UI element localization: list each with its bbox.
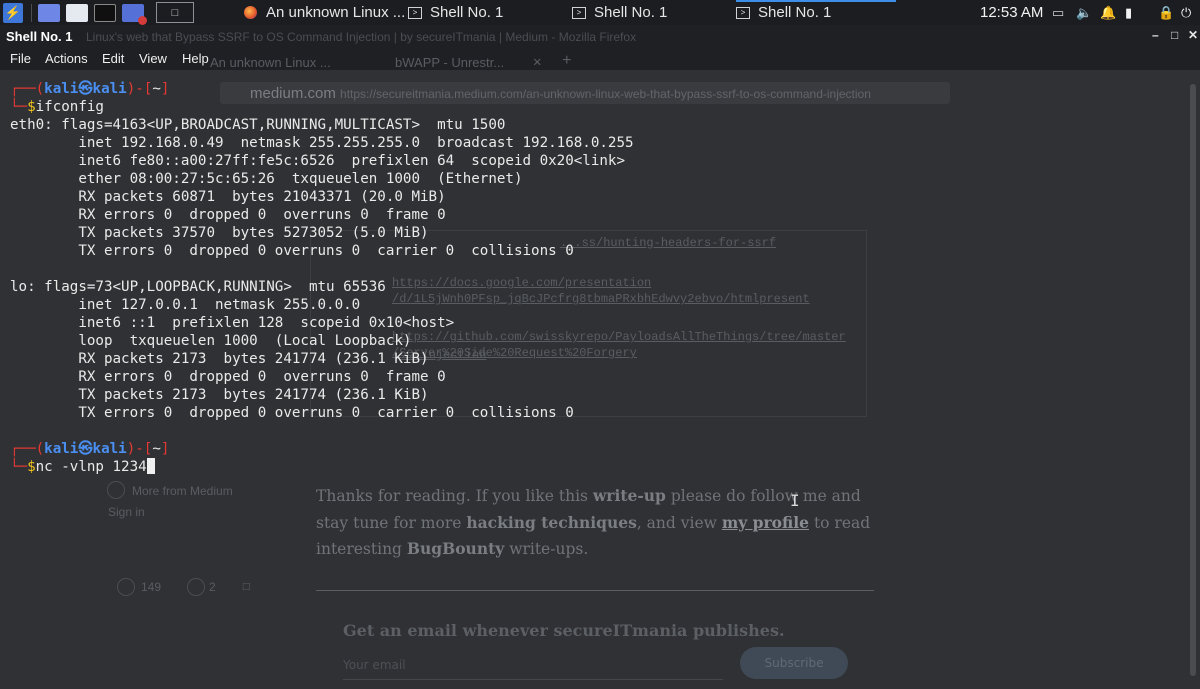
terminal-output-line: inet6 fe80::a00:27ff:fe5c:6526 prefixlen…: [10, 153, 625, 169]
close-tab-icon: ✕: [533, 55, 542, 71]
terminal-output-line: inet6 ::1 prefixlen 128 scopeid 0x10<hos…: [10, 315, 455, 331]
terminal-icon: >: [736, 6, 750, 19]
file-manager-icon[interactable]: [66, 3, 88, 22]
menu-actions[interactable]: Actions: [45, 51, 88, 66]
clock[interactable]: 12:53 AM: [980, 0, 1043, 25]
prompt-host: kali: [92, 441, 127, 457]
terminal-output-line: RX packets 2173 bytes 241774 (236.1 KiB): [10, 351, 429, 367]
prompt-line-2: ┌──(kali㉿kali)-[~]: [10, 441, 170, 457]
taskbar-item-shell-3[interactable]: > Shell No. 1: [736, 0, 896, 25]
command-line-2: └─$nc -vlnp 1234: [10, 458, 155, 476]
menu-help[interactable]: Help: [182, 51, 209, 66]
maximize-icon[interactable]: □: [1171, 28, 1178, 42]
terminal-output-line: TX errors 0 dropped 0 overruns 0 carrier…: [10, 405, 574, 421]
show-desktop-icon[interactable]: [38, 3, 60, 22]
terminal-output-line: TX errors 0 dropped 0 overruns 0 carrier…: [10, 243, 574, 259]
terminal-output-line: RX errors 0 dropped 0 overruns 0 frame 0: [10, 369, 446, 385]
background-tab: An unknown Linux ...: [210, 55, 331, 70]
prompt-user: kali: [44, 81, 79, 97]
terminal-icon: >: [572, 6, 586, 19]
menu-file[interactable]: File: [10, 51, 31, 66]
workspace-terminal-icon[interactable]: □: [156, 2, 194, 23]
terminal-icon: >: [408, 6, 422, 19]
prompt-dir: ~: [152, 81, 161, 97]
menu-view[interactable]: View: [139, 51, 167, 66]
terminal-output-line: eth0: flags=4163<UP,BROADCAST,RUNNING,MU…: [10, 117, 506, 133]
terminal-scrollbar[interactable]: [1190, 84, 1196, 676]
power-icon[interactable]: ⏻: [1181, 0, 1191, 25]
volume-icon[interactable]: 🔈: [1076, 0, 1092, 25]
taskbar-item-firefox[interactable]: An unknown Linux ...: [244, 0, 405, 25]
taskbar-item-label: An unknown Linux ...: [266, 4, 406, 21]
terminal-output-line: TX packets 37570 bytes 5273052 (5.0 MiB): [10, 225, 429, 241]
window-titlebar[interactable]: Linux's web that Bypass SSRF to OS Comma…: [0, 25, 1200, 49]
terminal-output-line: RX packets 60871 bytes 21043371 (20.0 Mi…: [10, 189, 446, 205]
taskbar-item-shell-2[interactable]: > Shell No. 1: [572, 0, 667, 25]
background-tab: bWAPP - Unrestr...: [395, 55, 505, 70]
terminal-output-line: RX errors 0 dropped 0 overruns 0 frame 0: [10, 207, 446, 223]
browser-launcher-icon[interactable]: [122, 3, 147, 25]
text-cursor: [146, 458, 155, 474]
terminal-output-line: inet 192.168.0.49 netmask 255.255.255.0 …: [10, 135, 634, 151]
terminal-area[interactable]: ┌──(kali㉿kali)-[~] └─$ifconfig eth0: fla…: [0, 70, 1200, 689]
menu-bar: File Actions Edit View Help: [0, 49, 1200, 70]
close-icon[interactable]: ✕: [1188, 28, 1198, 42]
firefox-icon: [244, 6, 257, 19]
terminal-launcher-icon[interactable]: [94, 3, 116, 22]
lock-screen-icon[interactable]: 🔒: [1158, 0, 1174, 25]
new-tab-icon: +: [562, 52, 572, 70]
prompt-user: kali: [44, 441, 79, 457]
taskbar-item-label: Shell No. 1: [758, 4, 832, 21]
taskbar-item-label: Shell No. 1: [594, 4, 668, 21]
mouse-ibeam-cursor: I: [790, 491, 800, 510]
terminal-output-line: inet 127.0.0.1 netmask 255.0.0.0: [10, 297, 361, 313]
panel-separator: [31, 3, 32, 22]
notification-bell-icon[interactable]: 🔔: [1100, 0, 1116, 25]
command-text: ifconfig: [35, 99, 104, 115]
terminal-output-line: TX packets 2173 bytes 241774 (236.1 KiB): [10, 387, 429, 403]
terminal-output-line: ether 08:00:27:5c:65:26 txqueuelen 1000 …: [10, 171, 523, 187]
command-text: nc -vlnp 1234: [35, 459, 147, 475]
kali-menu-icon[interactable]: ⚡: [3, 2, 23, 23]
taskbar-item-label: Shell No. 1: [430, 4, 504, 21]
prompt-line-1: ┌──(kali㉿kali)-[~]: [10, 81, 170, 97]
window-title: Shell No. 1: [6, 29, 73, 44]
terminal-output-line: loop txqueuelen 1000 (Local Loopback): [10, 333, 412, 349]
menu-edit[interactable]: Edit: [102, 51, 124, 66]
taskbar-item-shell-1[interactable]: > Shell No. 1: [408, 0, 503, 25]
terminal-output-line: lo: flags=73<UP,LOOPBACK,RUNNING> mtu 65…: [10, 279, 386, 295]
display-icon[interactable]: ▭: [1052, 0, 1064, 25]
command-line-1: └─$ifconfig: [10, 99, 104, 115]
prompt-dir: ~: [152, 441, 161, 457]
prompt-host: kali: [92, 81, 127, 97]
top-panel: ⚡ □ An unknown Linux ... > Shell No. 1 >…: [0, 0, 1200, 25]
minimize-icon[interactable]: –: [1152, 28, 1159, 42]
battery-icon[interactable]: ▮: [1125, 0, 1132, 25]
background-window-title: Linux's web that Bypass SSRF to OS Comma…: [86, 30, 637, 44]
